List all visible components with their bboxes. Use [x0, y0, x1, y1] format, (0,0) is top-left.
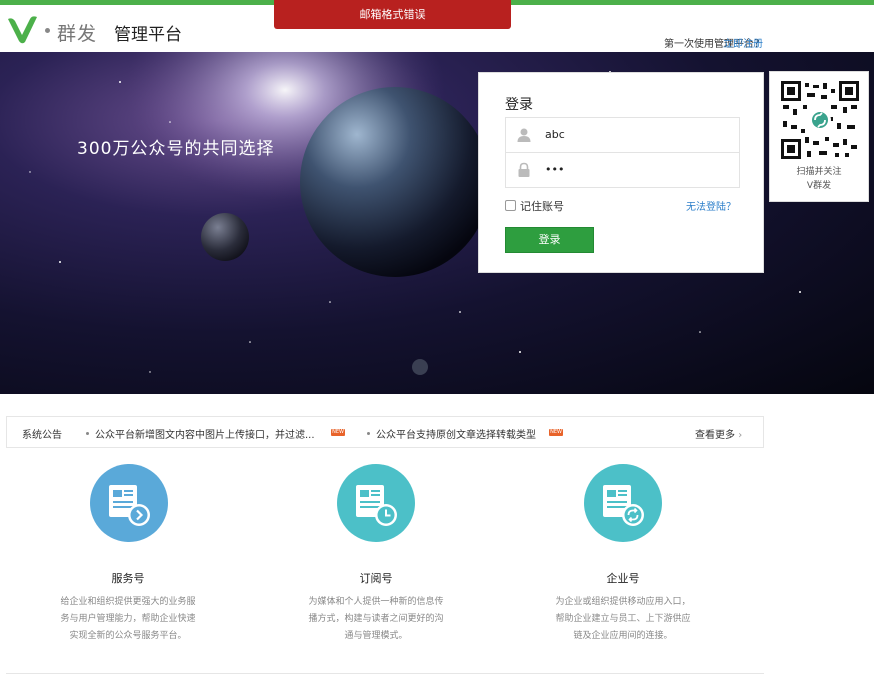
card-title: 订阅号	[359, 572, 393, 585]
desc-line: 为企业或组织提供移动应用入口，	[555, 597, 691, 607]
logo-dot	[45, 28, 50, 33]
qr-caption-scan: 扫描并关注	[796, 167, 842, 177]
enterprise-account-icon	[584, 464, 662, 542]
notice-item[interactable]: 公众平台新增图文内容中图片上传接口，并过滤...	[86, 426, 315, 441]
desc-line: 务与用户管理能力，帮助企业快速	[60, 614, 196, 624]
qr-caption-brand: V群发	[806, 181, 832, 191]
bullet-icon	[86, 432, 89, 435]
password-field[interactable]: •••	[505, 152, 740, 188]
desc-line: 实现全新的公众号服务平台。	[69, 631, 187, 641]
login-title: 登录	[505, 97, 533, 113]
desc-line: 播方式，构建与读者之间更好的沟	[308, 614, 444, 624]
login-panel: 登录 abc ••• 记住账号 无法登陆？ 登录	[478, 72, 764, 273]
view-more-label: 查看更多	[695, 430, 735, 441]
cannot-login-link[interactable]: 无法登陆？	[686, 198, 736, 213]
password-value: •••	[545, 163, 565, 176]
new-badge: NEW	[549, 429, 563, 436]
remember-account-checkbox[interactable]: 记住账号	[505, 198, 564, 214]
desc-line: 给企业和组织提供更强大的业务服	[60, 597, 196, 607]
card-description: 为媒体和个人提供一种新的信息传 播方式，构建与读者之间更好的沟 通与管理模式。	[266, 594, 486, 645]
user-icon	[517, 128, 531, 142]
chevron-right-icon: ›	[738, 430, 743, 441]
service-account-icon	[90, 464, 168, 542]
desc-line: 链及企业应用间的连接。	[573, 631, 673, 641]
system-notice-bar: 系统公告 公众平台新增图文内容中图片上传接口，并过滤... NEW 公众平台支持…	[6, 416, 764, 448]
checkbox-box[interactable]	[505, 200, 516, 211]
platform-title: 管理平台	[114, 25, 182, 45]
view-more-link[interactable]: 查看更多 ›	[695, 426, 742, 441]
card-description: 给企业和组织提供更强大的业务服 务与用户管理能力，帮助企业快速 实现全新的公众号…	[18, 594, 238, 645]
new-badge: NEW	[331, 429, 345, 436]
username-value: abc	[545, 128, 565, 141]
register-link[interactable]: 立即注册	[723, 35, 763, 50]
desc-line: 通与管理模式。	[344, 631, 408, 641]
bullet-icon	[367, 432, 370, 435]
logo-brand: 群发	[57, 23, 98, 45]
logo-v-icon	[8, 16, 37, 44]
error-message-banner: 邮箱格式错误	[274, 0, 511, 29]
subscription-account-icon	[337, 464, 415, 542]
desc-line: 帮助企业建立与员工、上下游供应	[555, 614, 691, 624]
card-title: 企业号	[606, 572, 640, 585]
desc-line: 为媒体和个人提供一种新的信息传	[308, 597, 444, 607]
qr-code-icon	[781, 81, 859, 159]
card-description: 为企业或组织提供移动应用入口， 帮助企业建立与员工、上下游供应 链及企业应用间的…	[513, 594, 733, 645]
notice-label: 系统公告	[22, 430, 62, 441]
remember-label: 记住账号	[520, 200, 564, 213]
login-button[interactable]: 登录	[505, 227, 594, 253]
username-field[interactable]: abc	[505, 117, 740, 153]
qr-panel: 扫描并关注 V群发	[769, 71, 869, 202]
card-title: 服务号	[111, 572, 145, 585]
lock-icon	[518, 162, 530, 177]
footer-divider	[6, 673, 764, 674]
notice-item-text: 公众平台新增图文内容中图片上传接口，并过滤...	[95, 430, 315, 441]
notice-item[interactable]: 公众平台支持原创文章选择转载类型	[367, 426, 536, 441]
banner-slogan: 300万公众号的共同选择	[77, 139, 275, 159]
notice-item-text: 公众平台支持原创文章选择转载类型	[376, 430, 536, 441]
